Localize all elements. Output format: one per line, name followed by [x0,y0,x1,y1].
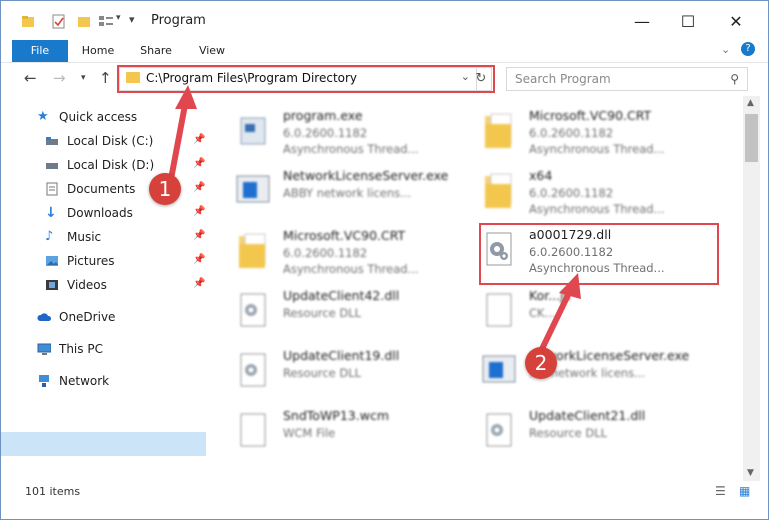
arrow-2 [538,273,581,353]
step-badge-1: 1 [149,173,181,205]
step-badge-2: 2 [525,347,557,379]
arrow-1 [168,85,197,180]
item-count: 101 items [25,485,81,498]
explorer-window: ▾ ▾ Program — ☐ ✕ File Home Share View ⌄… [0,0,769,520]
large-icons-view-icon[interactable]: ▦ [739,484,750,498]
details-view-icon[interactable]: ☰ [715,484,726,498]
annotation-arrows [168,85,581,353]
status-bar: 101 items ☰ ▦ [1,481,768,503]
